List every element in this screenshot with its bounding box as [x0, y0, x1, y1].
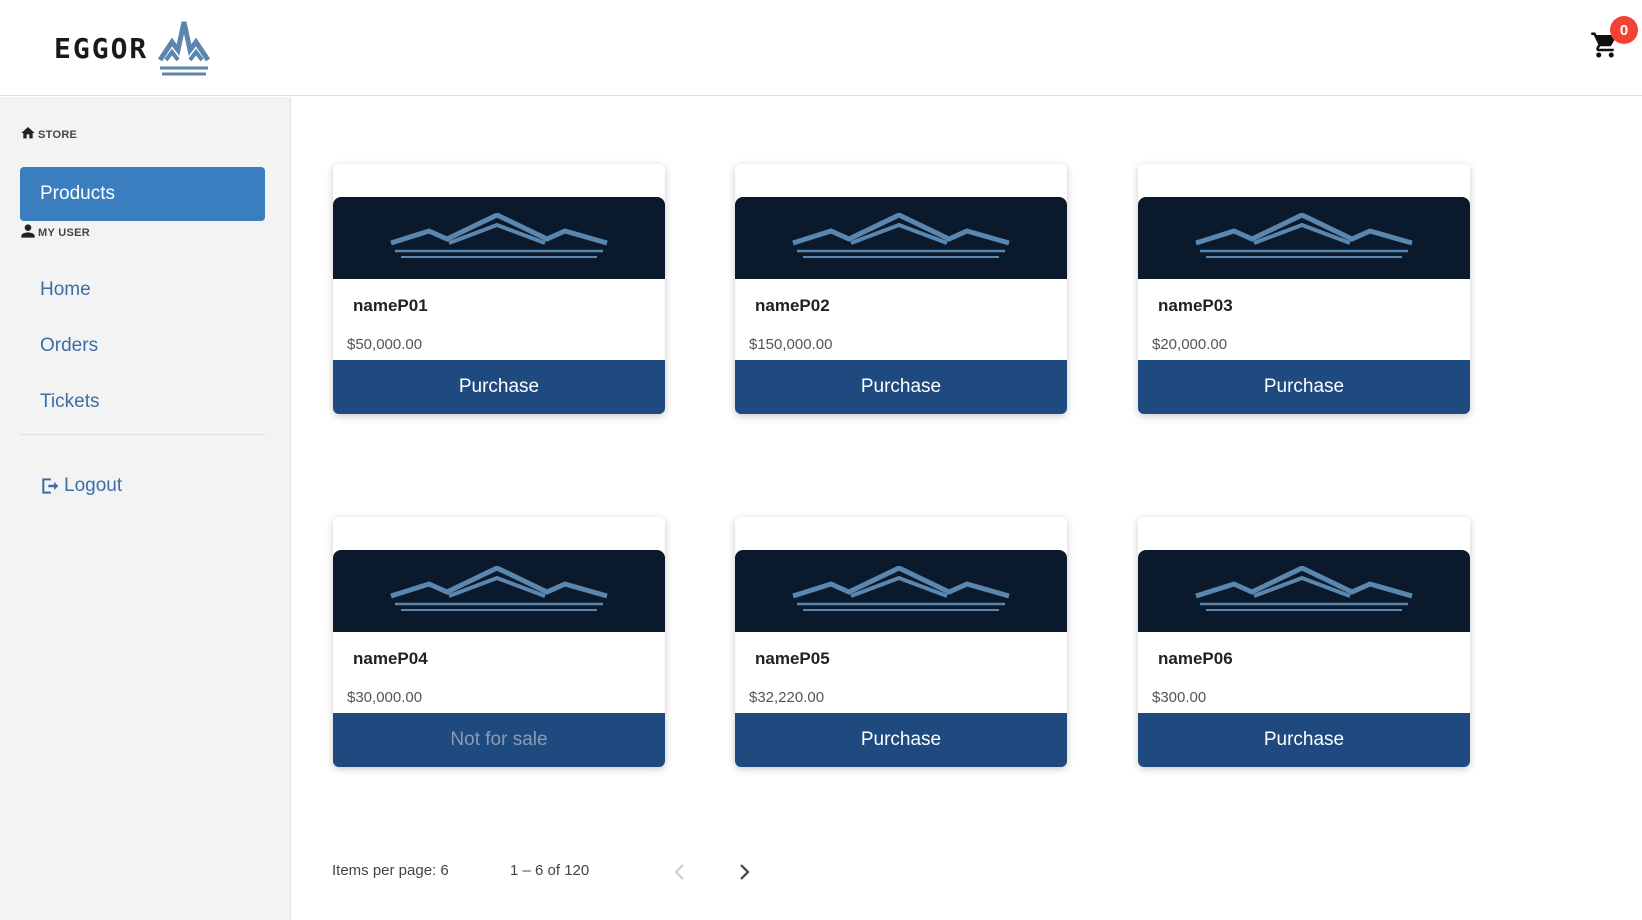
- product-image-mountain-icon: [390, 566, 608, 611]
- store-section-heading: STORE: [20, 125, 77, 141]
- next-page-icon[interactable]: [732, 860, 756, 884]
- product-card: nameP03 $20,000.00 Purchase: [1138, 164, 1470, 414]
- product-name: nameP01: [353, 296, 428, 315]
- items-per-page-label[interactable]: Items per page: 6: [332, 862, 449, 879]
- purchase-button[interactable]: Purchase: [735, 713, 1067, 767]
- product-card: nameP06 $300.00 Purchase: [1138, 517, 1470, 767]
- product-price: $300.00: [1152, 689, 1207, 706]
- home-icon: [21, 127, 35, 139]
- sidebar-divider: [20, 434, 265, 435]
- product-name: nameP02: [755, 296, 830, 315]
- logout-link[interactable]: Logout: [40, 475, 122, 497]
- my-user-heading-label: MY USER: [38, 227, 91, 239]
- sidebar-item-home[interactable]: Home: [40, 279, 91, 301]
- product-card: nameP01 $50,000.00 Purchase: [333, 164, 665, 414]
- product-card: nameP04 $30,000.00 Not for sale: [333, 517, 665, 767]
- top-bar: EGGOR 0: [0, 0, 1642, 96]
- product-name: nameP04: [353, 649, 428, 668]
- previous-page-icon[interactable]: [668, 860, 692, 884]
- product-price: $50,000.00: [347, 336, 423, 353]
- logo[interactable]: EGGOR: [54, 16, 211, 80]
- product-image[interactable]: [1138, 550, 1470, 632]
- product-price: $32,220.00: [749, 689, 825, 706]
- product-image[interactable]: [333, 550, 665, 632]
- cart-count-badge: 0: [1610, 16, 1638, 44]
- product-image-mountain-icon: [1195, 566, 1413, 611]
- logout-label: Logout: [64, 475, 123, 496]
- sidebar: STORE Products MY USER Home Orders Ticke…: [0, 97, 291, 920]
- logo-text: EGGOR: [54, 31, 149, 65]
- product-image-mountain-icon: [1195, 213, 1413, 258]
- product-image-mountain-icon: [792, 213, 1010, 258]
- product-name: nameP06: [1158, 649, 1233, 668]
- purchase-button[interactable]: Purchase: [333, 360, 665, 414]
- not-for-sale-button: Not for sale: [333, 713, 665, 767]
- person-icon: [21, 224, 35, 238]
- product-image-mountain-icon: [792, 566, 1010, 611]
- page-range-label: 1 – 6 of 120: [510, 862, 590, 879]
- purchase-button[interactable]: Purchase: [1138, 360, 1470, 414]
- product-card: nameP05 $32,220.00 Purchase: [735, 517, 1067, 767]
- product-price: $150,000.00: [749, 336, 833, 353]
- product-image[interactable]: [1138, 197, 1470, 279]
- product-price: $20,000.00: [1152, 336, 1228, 353]
- product-image[interactable]: [735, 197, 1067, 279]
- my-user-section-heading: MY USER: [20, 223, 90, 239]
- product-image[interactable]: [333, 197, 665, 279]
- sidebar-item-orders[interactable]: Orders: [40, 335, 98, 357]
- purchase-button[interactable]: Purchase: [735, 360, 1067, 414]
- sidebar-item-tickets[interactable]: Tickets: [40, 391, 99, 413]
- product-price: $30,000.00: [347, 689, 423, 706]
- purchase-button[interactable]: Purchase: [1138, 713, 1470, 767]
- product-card: nameP02 $150,000.00 Purchase: [735, 164, 1067, 414]
- store-heading-label: STORE: [38, 129, 78, 141]
- product-name: nameP03: [1158, 296, 1233, 315]
- logo-mountain-icon: [158, 21, 211, 76]
- product-image-mountain-icon: [390, 213, 608, 258]
- product-image[interactable]: [735, 550, 1067, 632]
- product-name: nameP05: [755, 649, 830, 668]
- sidebar-item-products[interactable]: Products: [20, 167, 265, 221]
- logout-icon: [42, 478, 59, 494]
